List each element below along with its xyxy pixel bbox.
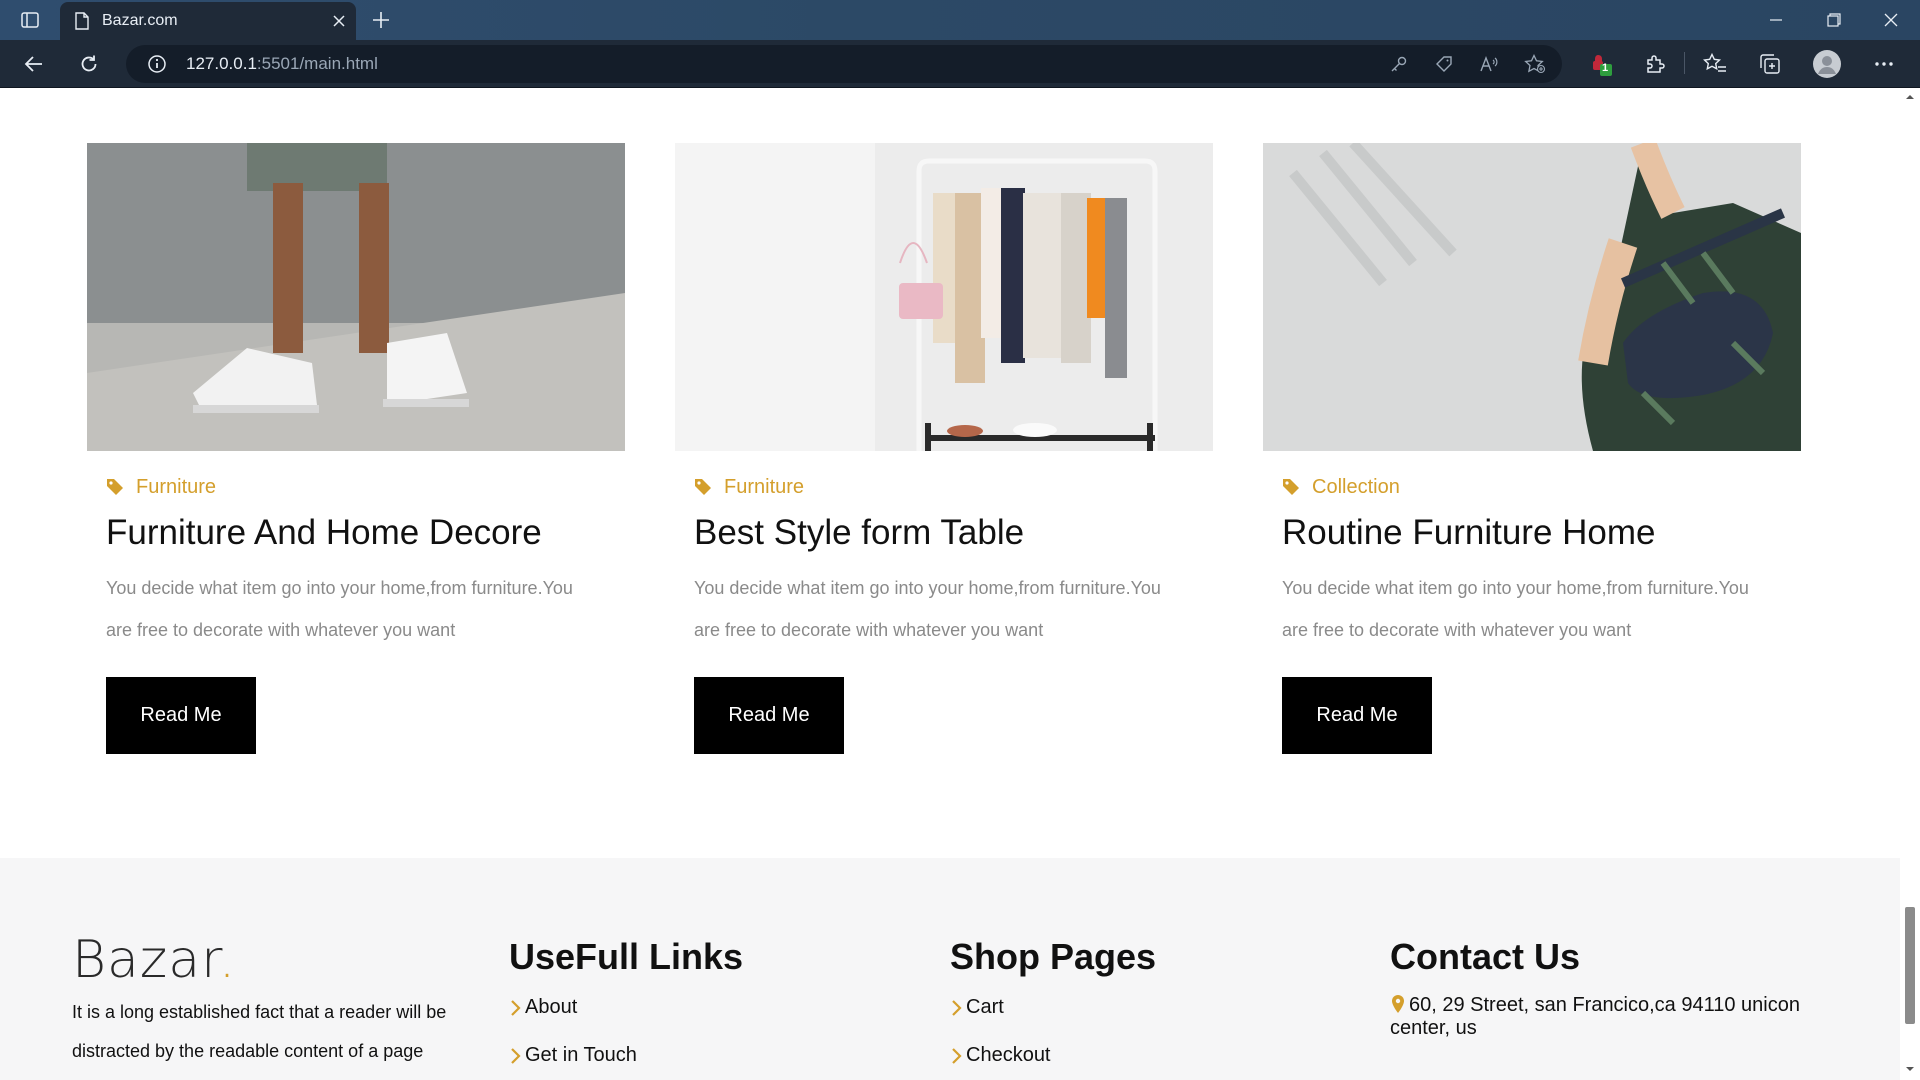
back-button[interactable] (16, 48, 52, 80)
logo-text: Bazar (72, 930, 219, 990)
puzzle-icon (1647, 55, 1665, 73)
card-title[interactable]: Best Style form Table (694, 511, 1194, 555)
site-info-icon[interactable] (144, 52, 170, 76)
footer-link-checkout[interactable]: Checkout (950, 1044, 1051, 1067)
footer-about-text: It is a long established fact that a rea… (72, 1002, 447, 1061)
extension-button[interactable]: 1 (1586, 50, 1616, 78)
collections-icon (1760, 54, 1780, 74)
footer-link-label: About (525, 996, 578, 1018)
card-description: You decide what item go into your home,f… (694, 578, 1161, 640)
card-title[interactable]: Routine Furniture Home (1282, 511, 1782, 555)
collections-button[interactable] (1755, 50, 1785, 78)
sneakers-photo (87, 143, 625, 451)
read-me-button[interactable]: Read Me (1282, 677, 1432, 754)
tag-icon (695, 479, 711, 495)
read-aloud-icon[interactable] (1476, 52, 1502, 76)
arrow-left-icon (24, 56, 42, 72)
address-bar[interactable]: 127.0.0.1:5501/main.html (126, 45, 1562, 83)
footer-link-cart[interactable]: Cart (950, 996, 1004, 1019)
page-icon (75, 12, 89, 30)
card-category[interactable]: Furniture (694, 475, 1194, 499)
chevron-right-icon (952, 1047, 962, 1064)
shop-pages-heading: Shop Pages (950, 936, 1157, 977)
restore-button[interactable] (1805, 0, 1863, 40)
card-category-label: Furniture (724, 475, 805, 498)
key-icon[interactable] (1386, 52, 1412, 76)
card-title[interactable]: Furniture And Home Decore (106, 511, 606, 555)
browser-tab-active[interactable]: Bazar.com (60, 2, 356, 40)
site-footer: Bazar. It is a long established fact tha… (0, 858, 1900, 1080)
footer-link-label: Get in Touch (525, 1044, 637, 1066)
footer-link-get-in-touch[interactable]: Get in Touch (509, 1044, 637, 1067)
clothing-rack-photo (675, 143, 1213, 451)
logo-dot: . (218, 930, 237, 990)
close-window-icon (1884, 13, 1898, 27)
close-window-button[interactable] (1862, 0, 1920, 40)
url-path: :5501/main.html (256, 54, 378, 73)
profile-button[interactable] (1812, 50, 1842, 78)
favorites-icon (1703, 53, 1726, 72)
url-host: 127.0.0.1 (186, 54, 257, 73)
minimize-button[interactable] (1747, 0, 1805, 40)
tab-title: Bazar.com (102, 12, 178, 29)
card-category[interactable]: Collection (1282, 475, 1782, 499)
url-text[interactable]: 127.0.0.1:5501/main.html (186, 45, 378, 83)
blog-cards-section: Furniture Furniture And Home Decore You … (0, 89, 1900, 859)
chevron-right-icon (511, 999, 521, 1016)
map-pin-icon (1392, 995, 1404, 1013)
chevron-right-icon (952, 999, 962, 1016)
blog-card: Furniture Best Style form Table You deci… (675, 143, 1213, 754)
page-scrollbar[interactable] (1900, 89, 1920, 1080)
footer-link-label: Cart (966, 996, 1004, 1018)
plus-icon (373, 12, 389, 28)
reload-icon (81, 55, 97, 72)
page-viewport: Furniture Furniture And Home Decore You … (0, 89, 1920, 1080)
extension-badge-icon (1593, 55, 1612, 76)
tab-actions-button[interactable] (10, 6, 50, 34)
read-me-button[interactable]: Read Me (694, 677, 844, 754)
card-description: You decide what item go into your home,f… (106, 578, 573, 640)
favorites-button[interactable] (1700, 50, 1730, 78)
tag-icon (107, 479, 123, 495)
more-menu-button[interactable] (1869, 50, 1899, 78)
card-category-label: Furniture (136, 475, 217, 498)
browser-titlebar: Bazar.com (0, 0, 1920, 40)
blog-card: Collection Routine Furniture Home You de… (1263, 143, 1801, 754)
card-category[interactable]: Furniture (106, 475, 606, 499)
chevron-right-icon (511, 1047, 521, 1064)
browser-toolbar: 127.0.0.1:5501/main.html 1 (0, 40, 1920, 88)
new-tab-button[interactable] (364, 6, 398, 34)
add-favorite-icon[interactable] (1522, 52, 1548, 76)
contact-us-heading: Contact Us (1390, 936, 1581, 977)
avatar-icon (1813, 50, 1841, 78)
card-description: You decide what item go into your home,f… (1282, 578, 1749, 640)
reload-button[interactable] (71, 48, 107, 80)
tag-icon (1283, 479, 1299, 495)
contact-address: 60, 29 Street, san Francico,ca 94110 uni… (1390, 994, 1830, 1040)
restore-icon (1827, 13, 1841, 27)
waist-bag-photo (1263, 143, 1801, 451)
scrollbar-thumb[interactable] (1905, 907, 1915, 1024)
blog-card: Furniture Furniture And Home Decore You … (87, 143, 625, 754)
extensions-button[interactable] (1640, 50, 1670, 78)
useful-links-heading: UseFull Links (509, 936, 744, 977)
more-icon (1875, 62, 1893, 66)
read-me-button[interactable]: Read Me (106, 677, 256, 754)
footer-link-about[interactable]: About (509, 996, 577, 1019)
tab-close-button[interactable] (322, 7, 356, 35)
close-icon (333, 15, 345, 27)
scroll-up-arrow-icon[interactable] (1904, 91, 1916, 103)
footer-logo[interactable]: Bazar. (72, 930, 236, 990)
footer-link-label: Checkout (966, 1044, 1051, 1066)
card-category-label: Collection (1312, 475, 1400, 498)
extension-badge-count: 1 (1602, 62, 1609, 74)
minimize-icon (1770, 19, 1782, 21)
scroll-down-arrow-icon[interactable] (1904, 1063, 1916, 1075)
tab-actions-icon (21, 12, 39, 28)
toolbar-separator (1684, 52, 1685, 74)
tag-outline-icon[interactable] (1431, 52, 1457, 76)
contact-address-text: 60, 29 Street, san Francico,ca 94110 uni… (1390, 994, 1800, 1039)
